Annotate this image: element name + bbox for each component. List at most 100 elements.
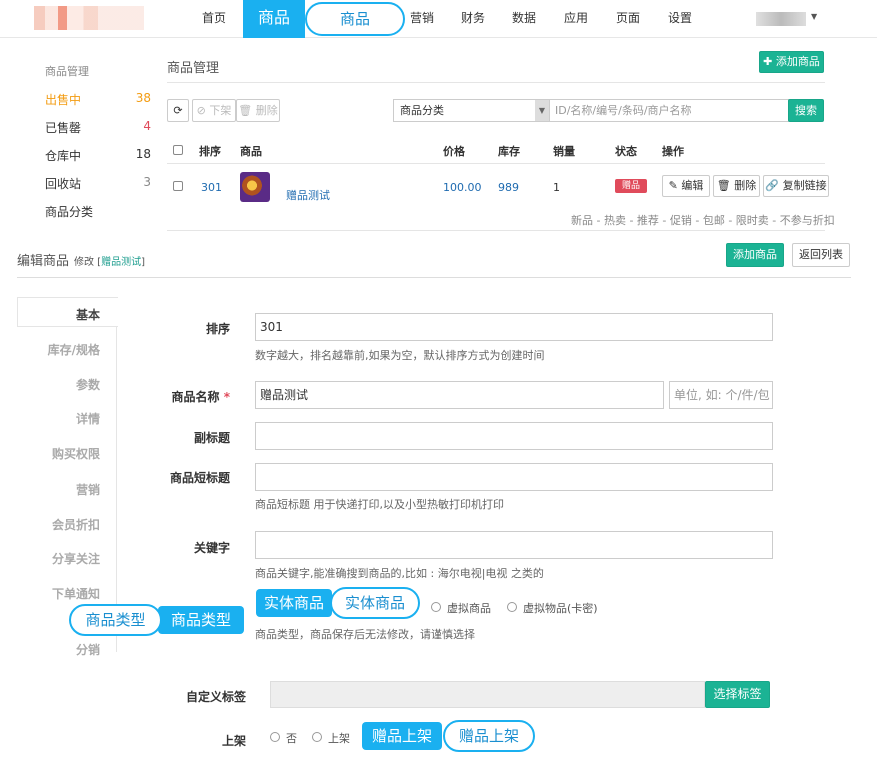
subtitle-label: 副标题 xyxy=(193,431,230,445)
copy-link-button[interactable]: 🔗 复制链接 xyxy=(763,175,829,197)
chevron-down-icon[interactable]: ▼ xyxy=(811,12,817,21)
product-thumbnail[interactable] xyxy=(240,172,270,202)
nav-apps[interactable]: 应用 xyxy=(558,0,594,38)
shelf-no-radio[interactable] xyxy=(270,732,280,742)
gift-shelf-label: 赠品上架 xyxy=(362,722,442,750)
divider xyxy=(167,163,825,164)
refresh-button[interactable]: ⟳ xyxy=(167,99,189,122)
virtual-card-label: 虚拟物品(卡密) xyxy=(523,602,598,615)
offshelf-button[interactable]: ⊘ 下架 xyxy=(192,99,236,122)
row-price: 100.00 xyxy=(443,181,482,194)
sidebar-item-label: 回收站 xyxy=(45,177,82,191)
short-title-input[interactable] xyxy=(255,463,773,491)
sort-input[interactable]: 301 xyxy=(255,313,773,341)
goods-type-label: 商品类型 xyxy=(158,606,244,634)
search-input[interactable]: ID/名称/编号/条码/商户名称 xyxy=(549,99,789,122)
tab-detail[interactable]: 详情 xyxy=(17,410,100,427)
nav-finance[interactable]: 财务 xyxy=(455,0,491,38)
shelf-yes-radio[interactable] xyxy=(312,732,322,742)
virtual-goods-label: 虚拟商品 xyxy=(447,602,491,615)
col-price: 价格 xyxy=(443,145,465,158)
sidebar-item-category[interactable]: 商品分类 xyxy=(45,203,151,220)
user-name[interactable] xyxy=(756,12,806,26)
col-stock: 库存 xyxy=(498,145,520,158)
nav-home[interactable]: 首页 xyxy=(196,0,232,38)
add-goods-button-2[interactable]: 添加商品 xyxy=(726,243,784,267)
category-select[interactable]: 商品分类 ▼ xyxy=(393,99,550,122)
col-goods: 商品 xyxy=(240,145,262,158)
delete-button[interactable]: 🗑 删除 xyxy=(236,99,280,122)
tab-marketing[interactable]: 营销 xyxy=(17,481,100,498)
product-tags[interactable]: 新品 - 热卖 - 推荐 - 促销 - 包邮 - 限时卖 - 不参与折扣 xyxy=(571,212,835,228)
row-stock: 989 xyxy=(498,181,519,194)
gift-shelf-callout: 赠品上架 xyxy=(443,720,535,752)
col-sort: 排序 xyxy=(199,145,221,158)
nav-goods[interactable]: 商品 xyxy=(243,0,305,38)
nav-pages[interactable]: 页面 xyxy=(610,0,646,38)
virtual-card-radio[interactable] xyxy=(507,602,517,612)
edit-subtitle-prefix: 修改 [ xyxy=(74,257,102,268)
refresh-icon: ⟳ xyxy=(173,104,183,117)
sidebar-item-label: 已售罄 xyxy=(45,121,82,135)
back-to-list-button[interactable]: 返回列表 xyxy=(792,243,850,267)
col-sales: 销量 xyxy=(553,145,575,158)
sidebar-item-label: 仓库中 xyxy=(45,149,82,163)
tab-distribution[interactable]: 分销 xyxy=(17,641,100,658)
search-button[interactable]: 搜索 xyxy=(788,99,824,122)
edit-button[interactable]: ✎ 编辑 xyxy=(662,175,710,197)
custom-tag-label: 自定义标签 xyxy=(185,690,246,704)
tab-member-discount[interactable]: 会员折扣 xyxy=(17,516,100,533)
goods-type-help: 商品类型，商品保存后无法修改，请谨慎选择 xyxy=(255,628,475,641)
nav-data[interactable]: 数据 xyxy=(506,0,542,38)
edit-subtitle-link[interactable]: 赠品测试 xyxy=(101,257,141,268)
keyword-input[interactable] xyxy=(255,531,773,559)
sidebar-item-count: 18 xyxy=(135,147,151,161)
nav-settings[interactable]: 设置 xyxy=(662,0,698,38)
row-delete-button[interactable]: 🗑 删除 xyxy=(713,175,760,197)
sort-help: 数字越大，排名越靠前,如果为空，默认排序方式为创建时间 xyxy=(255,349,545,362)
required-mark: * xyxy=(223,390,230,404)
divider xyxy=(167,82,825,83)
custom-tag-input[interactable] xyxy=(270,681,705,708)
divider xyxy=(167,230,825,231)
row-checkbox[interactable] xyxy=(173,181,183,191)
sidebar-item-recycle[interactable]: 回收站 3 xyxy=(45,175,151,192)
tab-order-notice[interactable]: 下单通知 xyxy=(17,585,100,602)
tab-permission[interactable]: 购买权限 xyxy=(17,445,100,462)
divider xyxy=(17,277,851,278)
nav-marketing[interactable]: 营销 xyxy=(404,0,440,38)
category-select-value: 商品分类 xyxy=(400,104,444,117)
name-input[interactable]: 赠品测试 xyxy=(255,381,664,409)
name-label-text: 商品名称 xyxy=(171,390,220,404)
goods-type-callout: 商品类型 xyxy=(69,604,162,636)
logo xyxy=(34,6,144,30)
row-sort: 301 xyxy=(201,181,222,194)
row-sales: 1 xyxy=(553,181,560,194)
tab-share[interactable]: 分享关注 xyxy=(17,550,100,567)
sidebar-item-count: 3 xyxy=(143,175,151,189)
unit-input[interactable]: 单位, 如: 个/件/包 xyxy=(669,381,773,409)
row-name[interactable]: 赠品测试 xyxy=(286,187,330,203)
sidebar-item-warehouse[interactable]: 仓库中 18 xyxy=(45,147,151,164)
name-label: 商品名称 * xyxy=(130,388,230,405)
physical-goods-callout: 实体商品 xyxy=(330,587,420,619)
select-all-checkbox[interactable] xyxy=(173,145,183,155)
tab-basic[interactable]: 基本 xyxy=(17,306,100,323)
physical-goods-option[interactable]: 实体商品 xyxy=(256,589,332,617)
shelf-no-label: 否 xyxy=(286,732,297,745)
col-status: 状态 xyxy=(615,145,637,158)
tab-stock[interactable]: 库存/规格 xyxy=(17,341,100,358)
virtual-goods-radio[interactable] xyxy=(431,602,441,612)
shelf-label: 上架 xyxy=(221,734,246,748)
select-tag-button[interactable]: 选择标签 xyxy=(705,681,770,708)
sidebar-heading: 商品管理 xyxy=(45,65,89,78)
subtitle-input[interactable] xyxy=(255,422,773,450)
short-title-help: 商品短标题 用于快递打印,以及小型热敏打印机打印 xyxy=(255,498,504,511)
sidebar-item-on-sale[interactable]: 出售中 38 xyxy=(45,91,151,108)
edit-subtitle: 修改 [赠品测试] xyxy=(74,253,145,268)
keyword-label: 关键字 xyxy=(193,541,230,555)
tab-params[interactable]: 参数 xyxy=(17,376,100,393)
sidebar-item-sold-out[interactable]: 已售罄 4 xyxy=(45,119,151,136)
sort-label: 排序 xyxy=(205,322,230,336)
add-goods-button[interactable]: ✚ 添加商品 xyxy=(759,51,824,73)
